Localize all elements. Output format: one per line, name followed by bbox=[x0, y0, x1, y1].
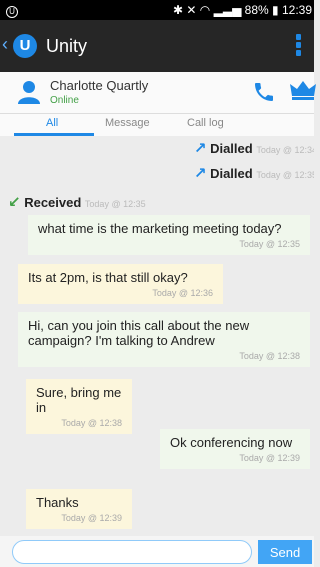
crown-icon[interactable] bbox=[290, 80, 316, 100]
status-indicators: ✱ ✕ ◠ ▂▃▅ 88% ▮ 12:39 bbox=[173, 3, 312, 17]
message-bubble[interactable]: Its at 2pm, is that still okay? Today @ … bbox=[18, 264, 223, 304]
contact-name: Charlotte Quartly bbox=[50, 78, 149, 93]
send-button[interactable]: Send bbox=[258, 540, 312, 564]
battery-level: 88% bbox=[244, 3, 269, 17]
message-time: Today @ 12:36 bbox=[152, 288, 213, 298]
call-time: Today @ 12:35 bbox=[256, 170, 314, 180]
message-composer: Send bbox=[0, 536, 314, 567]
message-bubble[interactable]: Sure, bring me in Today @ 12:38 bbox=[26, 379, 132, 434]
message-bubble[interactable]: Ok conferencing now Today @ 12:39 bbox=[160, 429, 310, 469]
signal-icon: ▂▃▅ bbox=[213, 3, 242, 17]
outgoing-call-arrow-icon: ↗ bbox=[193, 140, 207, 157]
app-bar: ‹ U Unity bbox=[0, 20, 314, 72]
message-time: Today @ 12:38 bbox=[61, 418, 122, 428]
call-type: Dialled bbox=[210, 141, 253, 156]
message-text: Hi, can you join this call about the new… bbox=[28, 318, 250, 348]
overflow-menu-icon[interactable] bbox=[296, 34, 302, 58]
message-text: Its at 2pm, is that still okay? bbox=[28, 270, 188, 285]
app-title: Unity bbox=[46, 36, 88, 56]
person-icon bbox=[18, 81, 40, 104]
phone-icon[interactable] bbox=[252, 80, 276, 104]
tab-all[interactable]: All bbox=[46, 117, 58, 129]
message-text: Ok conferencing now bbox=[170, 435, 293, 450]
tab-message[interactable]: Message bbox=[105, 117, 150, 129]
message-time: Today @ 12:39 bbox=[239, 453, 300, 463]
message-time: Today @ 12:35 bbox=[239, 239, 300, 249]
bluetooth-icon: ✱ bbox=[172, 3, 184, 17]
message-text: Thanks bbox=[36, 495, 79, 510]
message-bubble[interactable]: what time is the marketing meeting today… bbox=[28, 215, 310, 255]
incoming-call-arrow-icon: ↙ bbox=[8, 194, 21, 211]
call-log-entry: ↗ Dialled Today @ 12:35 bbox=[194, 164, 314, 182]
tab-bar: All Message Call log bbox=[0, 114, 314, 136]
wifi-icon: ◠ bbox=[199, 3, 211, 17]
app-logo: U bbox=[13, 34, 37, 58]
conversation-thread: ↗ Dialled Today @ 12:34 ↗ Dialled Today … bbox=[0, 136, 314, 536]
message-text: what time is the marketing meeting today… bbox=[38, 221, 282, 236]
clock: 12:39 bbox=[281, 3, 312, 17]
tab-call-log[interactable]: Call log bbox=[187, 117, 224, 129]
back-chevron-icon[interactable]: ‹ bbox=[2, 34, 8, 55]
unity-status-icon: U bbox=[6, 3, 18, 18]
call-time: Today @ 12:34 bbox=[256, 145, 314, 155]
call-type: Received bbox=[24, 195, 82, 210]
message-time: Today @ 12:38 bbox=[239, 351, 300, 361]
status-bar: U ✱ ✕ ◠ ▂▃▅ 88% ▮ 12:39 bbox=[0, 0, 314, 20]
message-text: Sure, bring me in bbox=[36, 385, 122, 415]
contact-header: Charlotte Quartly Online bbox=[0, 72, 316, 114]
contact-status: Online bbox=[50, 95, 79, 106]
outgoing-call-arrow-icon: ↗ bbox=[193, 165, 207, 182]
call-log-entry: ↗ Dialled Today @ 12:34 bbox=[194, 139, 314, 157]
mute-icon: ✕ bbox=[186, 3, 197, 17]
battery-icon: ▮ bbox=[272, 3, 279, 17]
message-bubble[interactable]: Hi, can you join this call about the new… bbox=[18, 312, 310, 367]
call-time: Today @ 12:35 bbox=[84, 199, 146, 209]
message-input[interactable] bbox=[12, 540, 252, 564]
message-time: Today @ 12:39 bbox=[61, 513, 122, 523]
call-type: Dialled bbox=[210, 166, 253, 181]
call-log-entry: ↙ Received Today @ 12:35 bbox=[8, 193, 146, 211]
message-bubble[interactable]: Thanks Today @ 12:39 bbox=[26, 489, 132, 529]
